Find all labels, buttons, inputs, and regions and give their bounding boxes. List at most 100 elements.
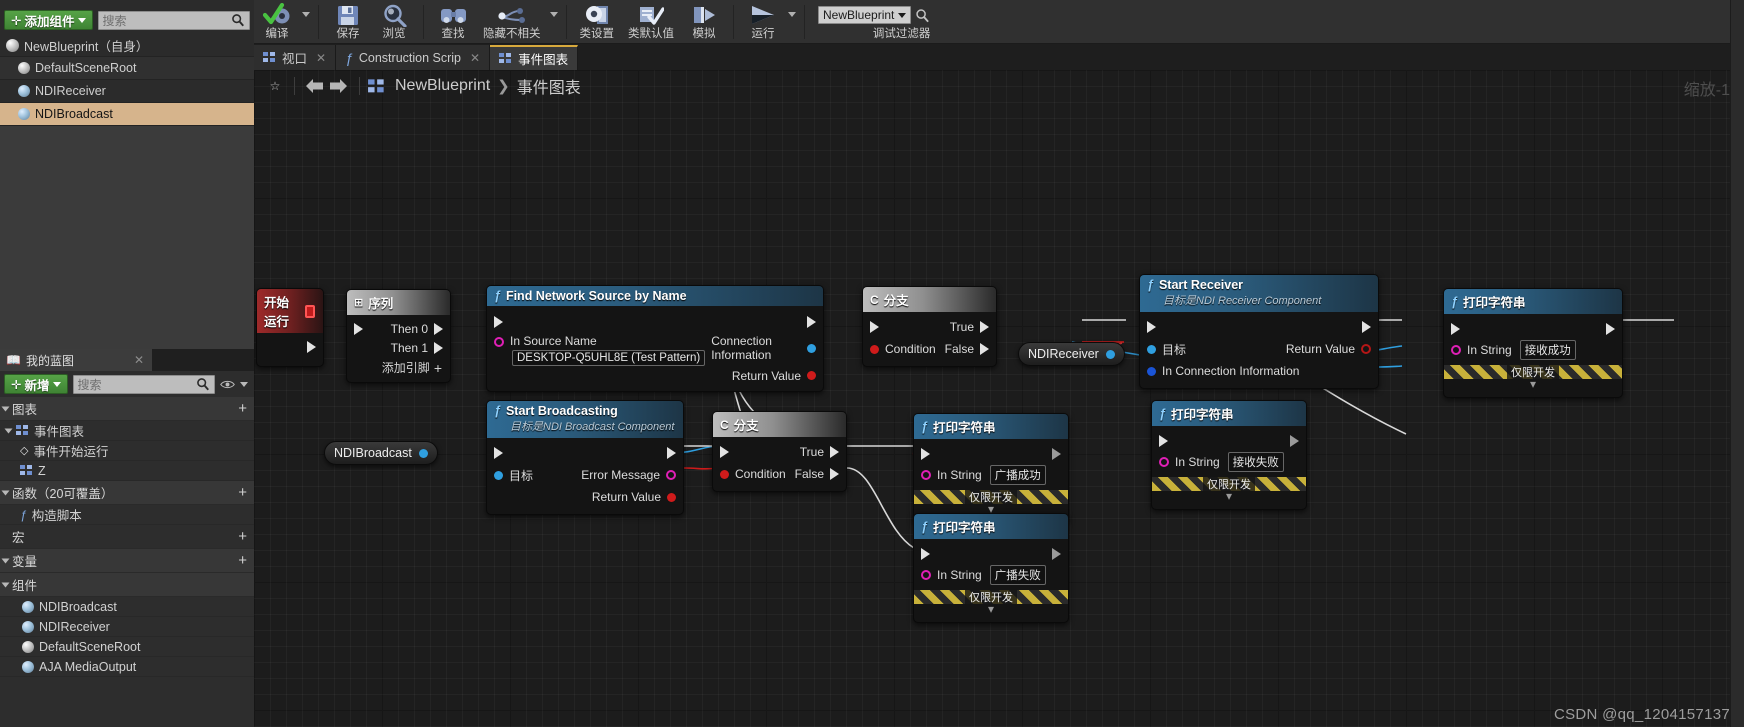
pin-exec-in[interactable] — [487, 310, 823, 334]
pin-then-0[interactable]: Then 0 — [391, 322, 443, 336]
breadcrumb-root[interactable]: NewBlueprint — [395, 77, 490, 95]
in-string-value-field[interactable]: 接收成功 — [1519, 340, 1576, 360]
pin-exec-out[interactable] — [807, 316, 816, 328]
components-search-input[interactable]: 搜索 — [97, 10, 250, 30]
add-function-button[interactable]: + — [238, 485, 247, 500]
add-graph-button[interactable]: + — [238, 401, 247, 416]
component-row-defaultsceneroot[interactable]: DefaultSceneRoot — [0, 57, 254, 80]
pin-exec-in[interactable] — [1152, 430, 1306, 452]
pin-error-message[interactable]: Error Message — [581, 468, 676, 482]
toolbar-browse-button[interactable]: 浏览 — [371, 0, 417, 43]
node-branch-bottom[interactable]: C 分支 True Condition False — [712, 411, 847, 492]
toolbar-play-button[interactable]: 运行 — [740, 0, 786, 43]
node-print-string-broadcast-fail[interactable]: ƒ 打印字符串 In String 广播失败 仅限开发 ▾ — [913, 513, 1069, 623]
pin-false[interactable]: False — [945, 342, 989, 356]
eye-visibility-icon[interactable] — [219, 379, 235, 390]
arrow-left-icon[interactable] — [303, 75, 325, 97]
section-header-components[interactable]: 组件 — [0, 573, 254, 597]
in-string-value-field[interactable]: 广播成功 — [989, 465, 1046, 485]
add-variable-button[interactable]: + — [238, 553, 247, 568]
section-header-functions[interactable]: 函数（20可覆盖） + — [0, 481, 254, 505]
stop-icon[interactable] — [304, 304, 315, 318]
pin-true[interactable]: True — [800, 445, 839, 459]
in-string-value-field[interactable]: 接收失败 — [1227, 452, 1284, 472]
add-component-button[interactable]: ✛ 添加组件 — [4, 10, 93, 30]
pin-exec-out[interactable] — [1052, 448, 1061, 460]
node-variable-ndibroadcast[interactable]: NDIBroadcast — [324, 441, 438, 465]
list-item-ndireceiver[interactable]: NDIReceiver — [0, 617, 254, 637]
pin-condition[interactable]: Condition False — [863, 338, 996, 360]
pin-return-value[interactable]: Return Value — [487, 486, 683, 508]
pin-exec-out[interactable] — [1362, 321, 1371, 333]
tab-my-blueprint[interactable]: 📖 我的蓝图 ✕ — [0, 349, 152, 371]
close-icon[interactable]: ✕ — [316, 51, 326, 65]
pin-exec-in[interactable]: True — [713, 441, 846, 463]
node-sequence[interactable]: ⊞ 序列 Then 0 Then 1 添加引脚 + — [346, 289, 451, 383]
section-header-variables[interactable]: 变量 + — [0, 549, 254, 573]
list-item-defaultsceneroot[interactable]: DefaultSceneRoot — [0, 637, 254, 657]
expand-node-chevron-icon[interactable]: ▾ — [1152, 490, 1306, 503]
pin-in-string[interactable]: In String 接收失败 — [1152, 452, 1306, 472]
pin-in-string[interactable]: In String 广播失败 — [914, 565, 1068, 585]
add-new-button[interactable]: ✛ 新增 — [4, 374, 68, 394]
list-item-aja-mediaoutput[interactable]: AJA MediaOutput — [0, 657, 254, 677]
pin-return-value[interactable]: Return Value — [487, 366, 823, 385]
node-start-broadcasting[interactable]: ƒ Start Broadcasting 目标是NDI Broadcast Co… — [486, 400, 684, 515]
close-icon[interactable]: ✕ — [134, 353, 144, 367]
tab-construction-script[interactable]: ƒ Construction Scrip ✕ — [336, 45, 491, 70]
node-print-string-receive-fail[interactable]: ƒ 打印字符串 In String 接收失败 仅限开发 ▾ — [1151, 400, 1307, 510]
event-graph-canvas[interactable]: ☆ NewBlueprint ❯ 事件图表 缩放-1 开始运行 ⊞ 序列 The… — [254, 70, 1744, 727]
pin-in-string[interactable]: In String 广播成功 — [914, 465, 1068, 485]
breadcrumb-current[interactable]: 事件图表 — [517, 74, 581, 98]
arrow-right-icon[interactable] — [327, 75, 349, 97]
my-blueprint-search-input[interactable]: 搜索 — [72, 374, 215, 394]
toolbar-class-settings-button[interactable]: 类设置 — [573, 0, 622, 43]
toolbar-find-button[interactable]: 查找 — [430, 0, 476, 43]
expand-node-chevron-icon[interactable]: ▾ — [914, 603, 1068, 616]
pin-exec-in[interactable] — [914, 543, 1068, 565]
pin-exec-in[interactable] — [487, 442, 683, 464]
pin-then-1[interactable]: Then 1 — [347, 338, 450, 357]
in-string-value-field[interactable]: 广播失败 — [989, 565, 1046, 585]
node-branch-top[interactable]: C 分支 True Condition False — [862, 286, 997, 367]
pin-target[interactable]: 目标 Error Message — [487, 464, 683, 486]
pin-in-source-name[interactable]: In Source Name DESKTOP-Q5UHL8E (Test Pat… — [487, 334, 823, 366]
pin-condition[interactable]: Condition False — [713, 463, 846, 485]
pin-in-connection-information[interactable]: In Connection Information — [1140, 360, 1378, 382]
star-icon[interactable]: ☆ — [264, 75, 286, 97]
search-icon[interactable] — [915, 8, 930, 23]
chevron-down-icon[interactable] — [788, 12, 796, 17]
node-event-begin-play[interactable]: 开始运行 — [256, 288, 324, 367]
pin-exec-in[interactable]: True — [863, 316, 996, 338]
list-item-event-graph[interactable]: 事件图表 — [0, 421, 254, 441]
chevron-down-icon[interactable] — [239, 381, 248, 387]
pin-exec-in[interactable]: Then 0 — [347, 319, 450, 338]
list-item-event-beginplay[interactable]: ◇ 事件开始运行 — [0, 441, 254, 461]
list-item-z[interactable]: Z — [0, 461, 254, 481]
pin-return-value[interactable]: Return Value — [1286, 342, 1371, 356]
pin-target[interactable]: 目标 Return Value — [1140, 338, 1378, 360]
toolbar-hide-unrelated-button[interactable]: 隐藏不相关 — [476, 0, 548, 43]
component-row-newblueprint[interactable]: NewBlueprint（自身） — [0, 34, 254, 57]
expand-node-chevron-icon[interactable]: ▾ — [1444, 378, 1622, 391]
component-row-ndibroadcast[interactable]: NDIBroadcast — [0, 103, 254, 126]
pin-exec-out[interactable] — [1052, 548, 1061, 560]
add-macro-button[interactable]: + — [238, 529, 247, 544]
pin-connection-information[interactable]: Connection Information — [711, 334, 816, 362]
right-edge-panel-strip[interactable] — [1730, 0, 1744, 727]
section-header-macros[interactable]: 宏 + — [0, 525, 254, 549]
pin-exec-in[interactable] — [1444, 318, 1622, 340]
toolbar-save-button[interactable]: 保存 — [325, 0, 371, 43]
pin-exec-out[interactable] — [667, 447, 676, 459]
pin-false[interactable]: False — [795, 467, 839, 481]
chevron-down-icon[interactable] — [302, 12, 310, 17]
toolbar-simulate-button[interactable]: 模拟 — [681, 0, 727, 43]
node-print-string-broadcast-success[interactable]: ƒ 打印字符串 In String 广播成功 仅限开发 ▾ — [913, 413, 1069, 523]
tab-viewport[interactable]: 视口 ✕ — [254, 45, 337, 70]
list-item-construction-script[interactable]: ƒ 构造脚本 — [0, 505, 254, 525]
pin-exec-in[interactable] — [914, 443, 1068, 465]
pin-true[interactable]: True — [950, 320, 989, 334]
source-name-value-field[interactable]: DESKTOP-Q5UHL8E (Test Pattern) — [512, 350, 706, 366]
pin-exec-out[interactable] — [1606, 323, 1615, 335]
pin-exec-in[interactable] — [1140, 316, 1378, 338]
